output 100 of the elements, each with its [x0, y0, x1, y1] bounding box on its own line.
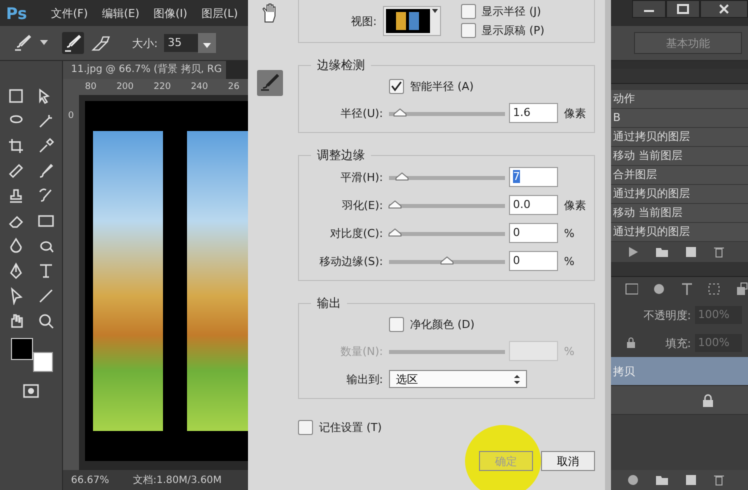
slider-thumb[interactable]: [388, 200, 402, 209]
trash-icon[interactable]: [713, 246, 725, 258]
slider-thumb[interactable]: [440, 256, 454, 265]
view-mode-picker[interactable]: [382, 6, 441, 36]
value-field[interactable]: 0: [509, 223, 558, 243]
caret-icon[interactable]: [40, 40, 48, 46]
unit-label: 像素: [564, 106, 586, 120]
checkbox-label: 记住设置 (T): [319, 420, 382, 434]
caret-icon: [202, 42, 211, 48]
folder-icon[interactable]: [655, 474, 669, 486]
fill-label: 填充:: [665, 336, 691, 350]
output-select[interactable]: 选区: [389, 370, 527, 388]
slider-label: 对比度(C):: [329, 226, 384, 240]
history-item[interactable]: 通过拷贝的图层: [611, 128, 748, 147]
ruler-label: 200: [116, 82, 134, 92]
menu-item[interactable]: 图像(I): [153, 6, 188, 20]
checkbox[interactable]: [460, 23, 476, 38]
slider-thumb[interactable]: [395, 172, 410, 181]
group-title: 边缘检测: [316, 57, 366, 74]
crop-icon[interactable]: [7, 137, 25, 155]
size-field[interactable]: 35: [164, 34, 198, 52]
play-icon[interactable]: [627, 246, 639, 258]
value-field[interactable]: 1.6: [509, 103, 558, 123]
unit-label: %: [564, 344, 574, 358]
history-item[interactable]: 通过拷贝的图层: [611, 185, 748, 204]
slider-thumb[interactable]: [388, 228, 402, 237]
ruler-label: 0: [68, 111, 74, 121]
group-title: 输出: [316, 295, 342, 312]
checkbox[interactable]: [460, 4, 476, 19]
image-filter-icon[interactable]: [625, 282, 638, 296]
history-item[interactable]: 通过拷贝的图层: [611, 223, 748, 242]
history-item[interactable]: 合并图层: [611, 166, 748, 185]
wand-icon[interactable]: [37, 112, 55, 130]
stamp-icon[interactable]: [7, 187, 25, 205]
slider-label: 数量(N):: [339, 344, 384, 358]
text-icon[interactable]: [37, 262, 55, 280]
background-color-swatch[interactable]: [33, 352, 53, 372]
value-field[interactable]: 7: [509, 167, 558, 187]
unit-label: %: [564, 226, 574, 240]
ruler-label: 220: [154, 82, 171, 92]
view-label: 视图:: [351, 14, 377, 28]
new-item-icon[interactable]: [685, 246, 697, 258]
history-item[interactable]: 移动 当前图层: [611, 147, 748, 166]
value-field[interactable]: 0: [509, 251, 558, 271]
checkbox[interactable]: [389, 316, 404, 332]
document-tab[interactable]: 11.jpg @ 66.7% (背景 拷贝, RG: [63, 61, 226, 79]
brush-icon[interactable]: [12, 33, 34, 53]
pen-icon[interactable]: [7, 262, 25, 280]
history-item[interactable]: 动作: [611, 90, 748, 109]
menu-item[interactable]: 文件(F): [50, 6, 88, 20]
zoom-level: 66.67%: [71, 474, 110, 486]
ruler-label: 240: [190, 82, 208, 92]
folder-icon[interactable]: [655, 246, 669, 258]
checkbox-label: 显示半径 (J): [482, 4, 542, 19]
history-item[interactable]: 移动 当前图层: [611, 204, 748, 223]
menu-item[interactable]: 编辑(E): [102, 6, 140, 20]
group-title: 调整边缘: [316, 147, 366, 164]
new-item-icon[interactable]: [685, 474, 697, 486]
lock-icon[interactable]: [625, 337, 637, 349]
slider-thumb[interactable]: [393, 108, 408, 117]
app-logo: Ps: [6, 4, 27, 22]
dialog-button[interactable]: 取消: [541, 451, 595, 471]
brush-icon[interactable]: [37, 162, 55, 180]
type-filter-icon[interactable]: [680, 282, 694, 296]
smart-object-filter-icon[interactable]: [734, 282, 748, 296]
slider-label: 羽化(E):: [340, 198, 384, 212]
quick-mask-icon[interactable]: [23, 384, 39, 398]
line-icon[interactable]: [37, 287, 55, 305]
value-field[interactable]: 0.0: [509, 195, 558, 215]
unit-label: 像素: [564, 198, 586, 212]
ruler-label: 26: [228, 82, 240, 92]
document-size: 文档:1.80M/3.60M: [133, 474, 222, 487]
checkbox[interactable]: [298, 420, 313, 434]
marquee-icon[interactable]: [7, 87, 25, 105]
minimize-button[interactable]: [632, 0, 666, 18]
size-label: 大小:: [132, 36, 158, 50]
checkbox-option[interactable]: 显示原稿 (P): [460, 23, 544, 38]
slider-label: 半径(U):: [340, 106, 384, 120]
checkbox[interactable]: [389, 78, 404, 94]
maximize-button[interactable]: [666, 0, 700, 18]
ruler-label: 80: [85, 82, 96, 92]
brush-icon[interactable]: [62, 32, 84, 54]
shape-filter-icon[interactable]: [707, 282, 721, 296]
zoom-icon[interactable]: [37, 312, 55, 330]
checkbox-option[interactable]: 显示半径 (J): [460, 4, 544, 19]
menu-item[interactable]: 图层(L): [201, 6, 238, 20]
slider-label: 平滑(H):: [339, 170, 384, 184]
unit-label: %: [564, 254, 574, 268]
size-dropdown-button[interactable]: [198, 33, 216, 53]
thumbnail-icon: [386, 9, 430, 33]
opacity-label: 不透明度:: [643, 308, 691, 322]
close-button[interactable]: [700, 0, 748, 18]
select-label: 输出到:: [345, 372, 384, 386]
maximize-icon: [676, 4, 690, 14]
eyedropper-icon[interactable]: [37, 137, 55, 155]
history-item[interactable]: B: [611, 109, 748, 128]
foreground-color-swatch[interactable]: [11, 338, 33, 360]
slider-label: 移动边缘(S):: [318, 254, 384, 268]
layer-name: 拷贝: [613, 364, 635, 378]
trash-icon[interactable]: [713, 474, 725, 486]
